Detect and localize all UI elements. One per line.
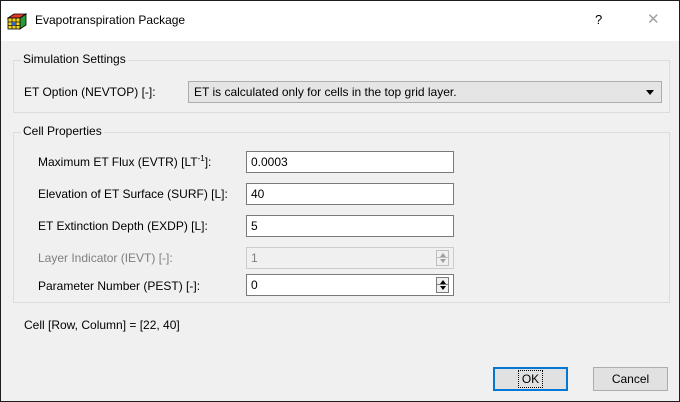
et-option-value: ET is calculated only for cells in the t… xyxy=(194,85,457,99)
parameter-number-label: Parameter Number (PEST) [-]: xyxy=(38,279,201,293)
extinction-depth-input[interactable] xyxy=(246,215,454,237)
evapotranspiration-dialog: Evapotranspiration Package ? ✕ Simulatio… xyxy=(0,0,680,402)
spin-down-icon xyxy=(440,286,446,290)
cancel-button[interactable]: Cancel xyxy=(593,367,668,391)
help-button[interactable]: ? xyxy=(595,12,602,27)
layer-indicator-label: Layer Indicator (IEVT) [-]: xyxy=(38,251,173,265)
parameter-number-input[interactable] xyxy=(246,274,454,296)
layer-indicator-spinner[interactable] xyxy=(436,250,449,266)
et-option-select[interactable]: ET is calculated only for cells in the t… xyxy=(188,81,662,103)
ok-button[interactable]: OK xyxy=(493,367,568,391)
max-et-flux-input[interactable] xyxy=(246,151,454,173)
chevron-down-icon xyxy=(646,90,654,95)
cell-row-column-info: Cell [Row, Column] = [22, 40] xyxy=(24,318,180,332)
et-option-label: ET Option (NEVTOP) [-]: xyxy=(24,85,156,99)
close-button[interactable]: ✕ xyxy=(647,10,660,28)
window-title: Evapotranspiration Package xyxy=(35,13,186,27)
title-bar: Evapotranspiration Package ? ✕ xyxy=(1,1,679,41)
elevation-input[interactable] xyxy=(246,183,454,205)
grid-cube-icon xyxy=(7,13,27,30)
elevation-label: Elevation of ET Surface (SURF) [L]: xyxy=(38,187,228,201)
spin-down-icon xyxy=(440,259,446,263)
extinction-depth-label: ET Extinction Depth (EXDP) [L]: xyxy=(38,219,208,233)
layer-indicator-input[interactable] xyxy=(246,247,454,269)
simulation-settings-title: Simulation Settings xyxy=(21,52,128,66)
max-et-flux-label: Maximum ET Flux (EVTR) [LT-1]: xyxy=(38,154,212,170)
parameter-number-spinner[interactable] xyxy=(436,277,449,293)
cell-properties-title: Cell Properties xyxy=(21,124,104,138)
